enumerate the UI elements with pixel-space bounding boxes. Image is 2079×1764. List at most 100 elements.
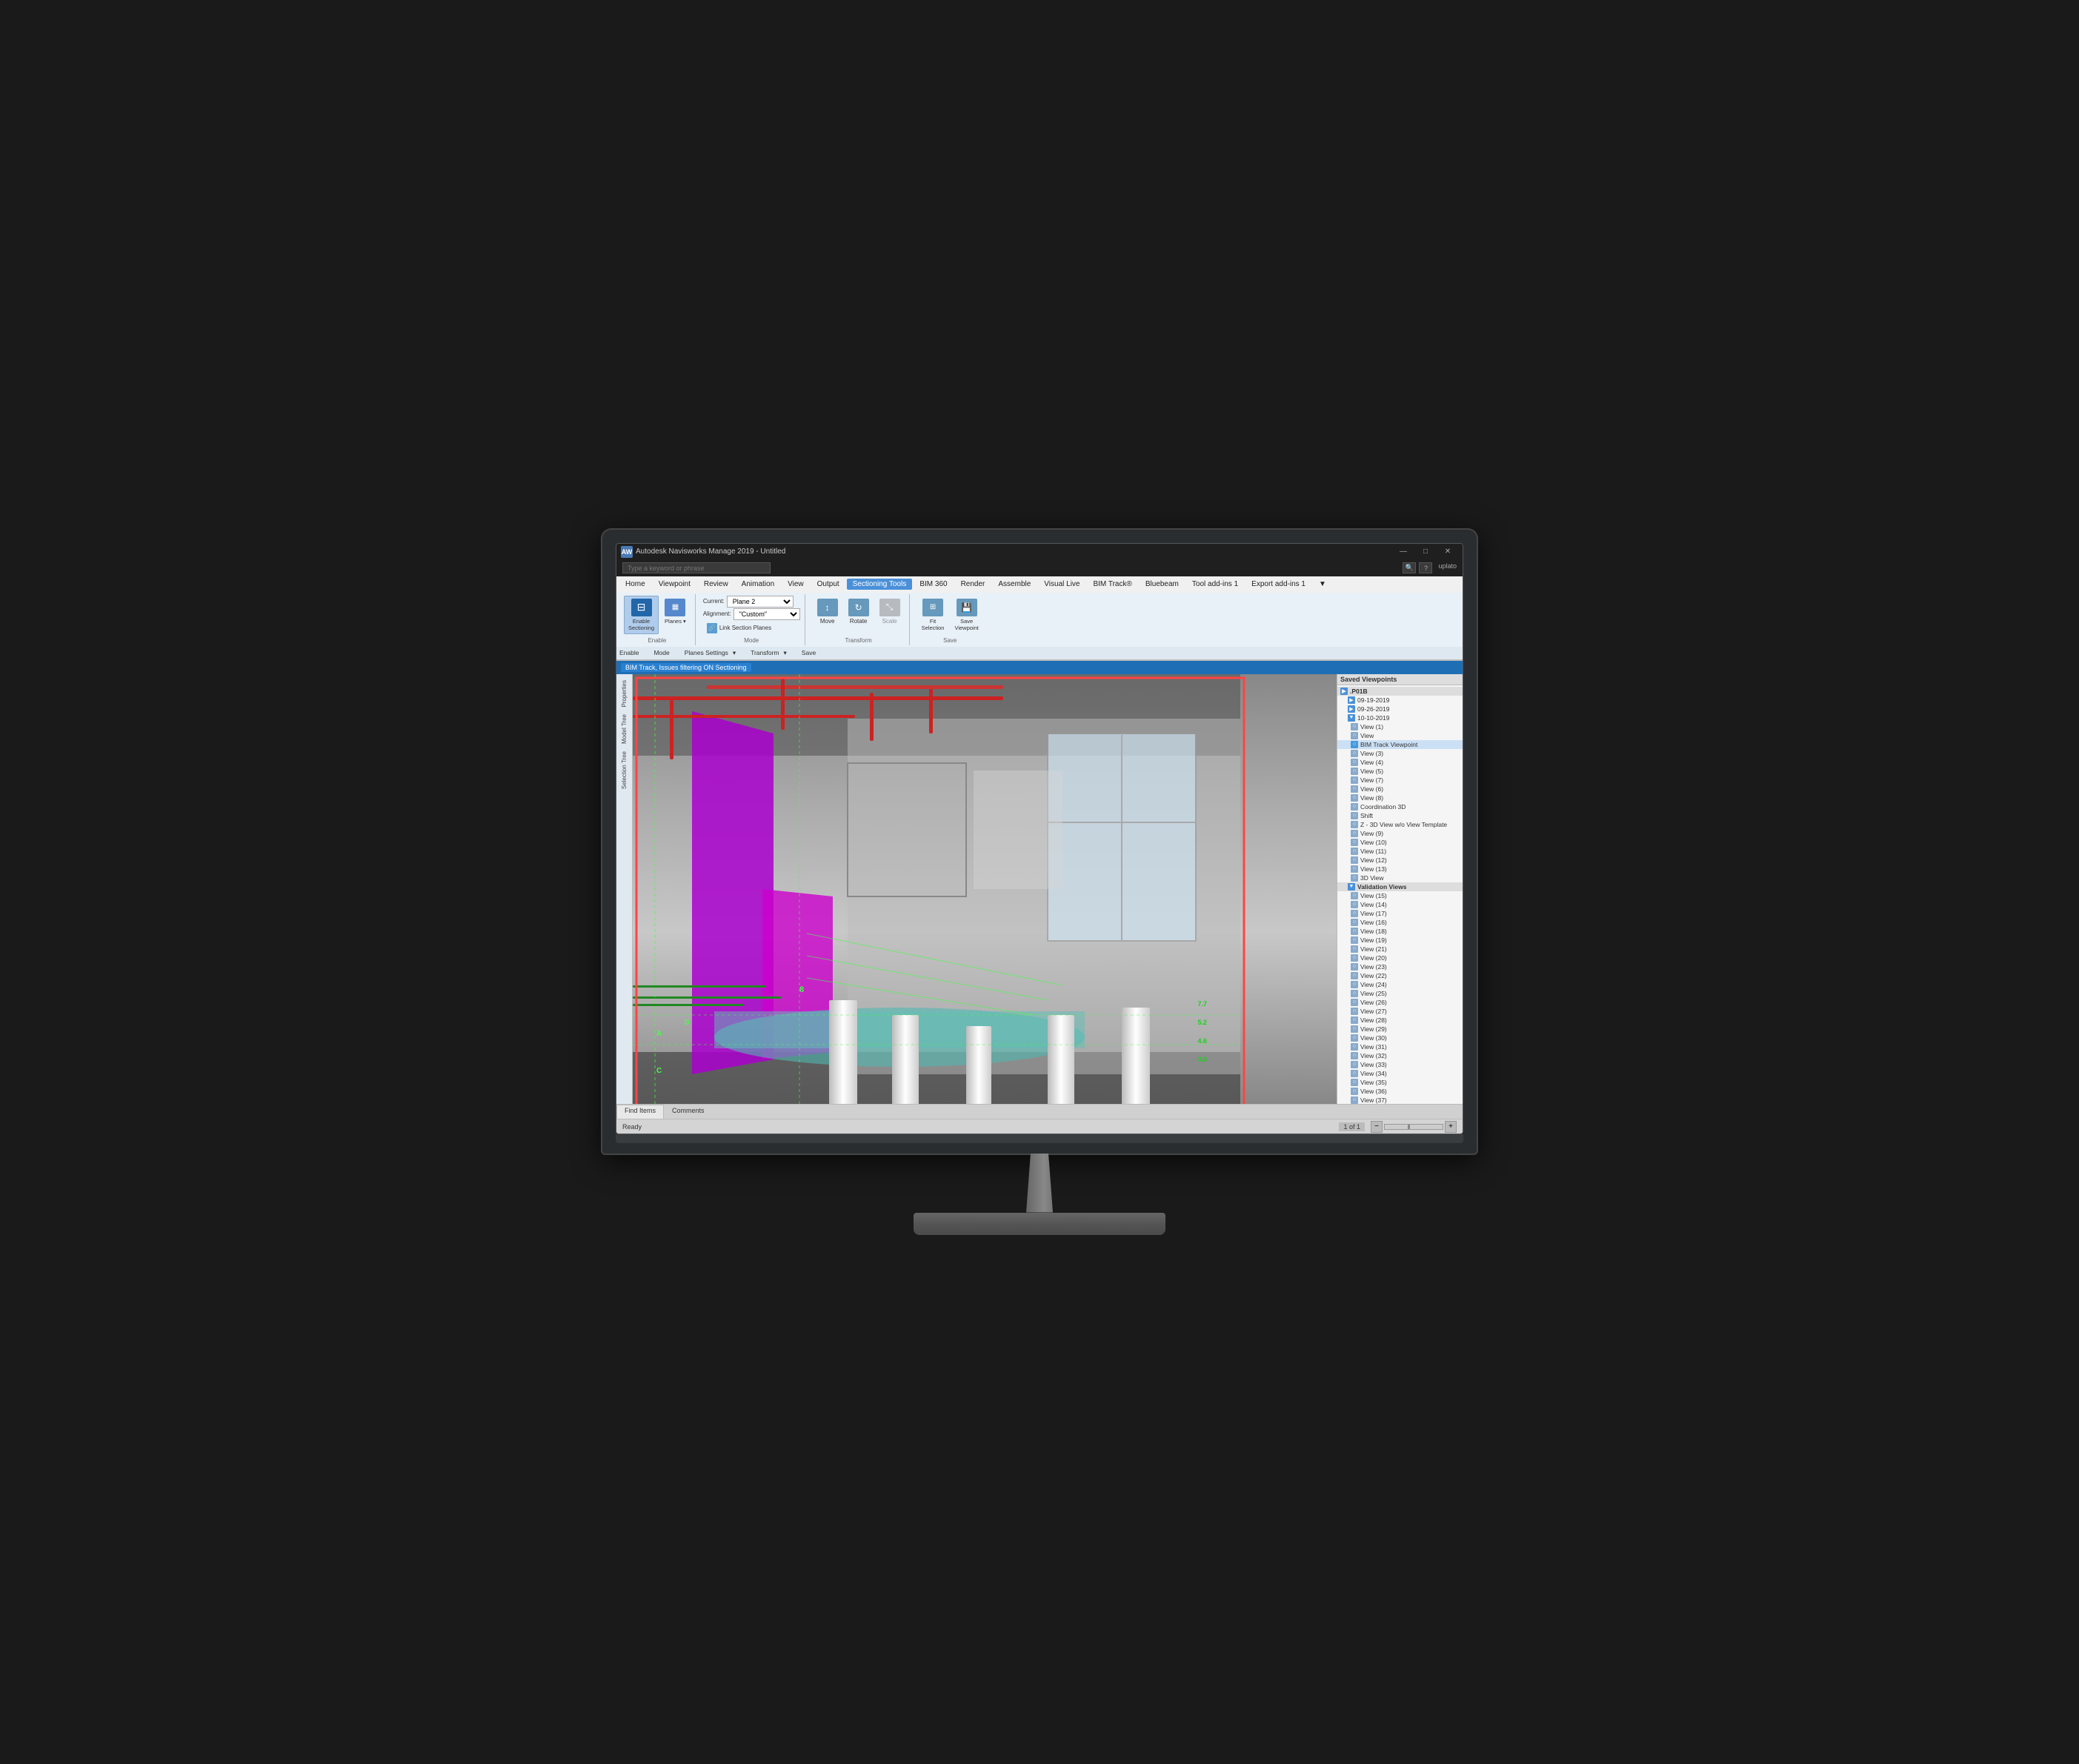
menu-sectioning-tools[interactable]: Sectioning Tools xyxy=(847,579,913,590)
vp-p01b[interactable]: ▶ .P01B xyxy=(1337,687,1463,696)
fit-selection-button[interactable]: ⊞ FitSelection xyxy=(917,596,949,634)
vp-view3[interactable]: ○ View (3) xyxy=(1337,749,1463,758)
vp-view13[interactable]: ○ View (13) xyxy=(1337,865,1463,873)
vp-view35[interactable]: ○ View (35) xyxy=(1337,1078,1463,1087)
vp-view4[interactable]: ○ View (4) xyxy=(1337,758,1463,767)
vp-view24-icon: ○ xyxy=(1351,981,1358,988)
enable-sectioning-button[interactable]: ⊟ EnableSectioning xyxy=(624,596,659,634)
planes-button[interactable]: ▦ Planes ▾ xyxy=(660,596,691,628)
vp-view9-icon: ○ xyxy=(1351,830,1358,837)
vp-shift-label: Shift xyxy=(1360,812,1373,819)
vp-09-19[interactable]: ▶ 09-19-2019 xyxy=(1337,696,1463,705)
vp-view9[interactable]: ○ View (9) xyxy=(1337,829,1463,838)
current-plane-dropdown[interactable]: Plane 2 Plane 1 Plane 3 xyxy=(727,596,794,608)
maximize-button[interactable]: □ xyxy=(1415,546,1436,558)
title-bar-left: AW Autodesk Navisworks Manage 2019 - Unt… xyxy=(621,546,785,558)
vp-view17[interactable]: ○ View (17) xyxy=(1337,909,1463,918)
menu-visual-live[interactable]: Visual Live xyxy=(1038,579,1085,590)
selection-tree-tab[interactable]: Selection Tree xyxy=(619,748,629,792)
vp-view5[interactable]: ○ View (5) xyxy=(1337,767,1463,776)
menu-bim360[interactable]: BIM 360 xyxy=(914,579,953,590)
viewport[interactable]: A C D 8 E F 7.7 5.2 4.6 3.0 xyxy=(633,674,1337,1104)
vp-view22[interactable]: ○ View (22) xyxy=(1337,971,1463,980)
search-button[interactable]: 🔍 xyxy=(1403,562,1416,573)
menu-view[interactable]: View xyxy=(782,579,810,590)
menu-review[interactable]: Review xyxy=(698,579,734,590)
number-8: 8 xyxy=(799,985,804,994)
properties-tab[interactable]: Properties xyxy=(619,677,629,710)
vp-view29[interactable]: ○ View (29) xyxy=(1337,1025,1463,1034)
vp-view25[interactable]: ○ View (25) xyxy=(1337,989,1463,998)
vp-09-26[interactable]: ▶ 09-26-2019 xyxy=(1337,705,1463,713)
search-input[interactable] xyxy=(622,562,771,573)
vp-view16[interactable]: ○ View (16) xyxy=(1337,918,1463,927)
close-button[interactable]: ✕ xyxy=(1437,546,1458,558)
vp-coord3d[interactable]: ○ Coordination 3D xyxy=(1337,802,1463,811)
vp-view20[interactable]: ○ View (20) xyxy=(1337,953,1463,962)
vp-view34-label: View (34) xyxy=(1360,1070,1387,1077)
vp-view36[interactable]: ○ View (36) xyxy=(1337,1087,1463,1096)
vp-bim-track[interactable]: ○ BIM Track Viewpoint xyxy=(1337,740,1463,749)
menu-home[interactable]: Home xyxy=(619,579,651,590)
zoom-minus-button[interactable]: − xyxy=(1371,1121,1383,1133)
vp-view10[interactable]: ○ View (10) xyxy=(1337,838,1463,847)
menu-animation[interactable]: Animation xyxy=(736,579,780,590)
vp-3dview[interactable]: ○ 3D View xyxy=(1337,873,1463,882)
vp-view31[interactable]: ○ View (31) xyxy=(1337,1042,1463,1051)
menu-extra[interactable]: ▼ xyxy=(1313,579,1332,590)
menu-assemble[interactable]: Assemble xyxy=(992,579,1037,590)
vp-view32[interactable]: ○ View (32) xyxy=(1337,1051,1463,1060)
vp-view24[interactable]: ○ View (24) xyxy=(1337,980,1463,989)
menu-render[interactable]: Render xyxy=(955,579,991,590)
vp-view12[interactable]: ○ View (12) xyxy=(1337,856,1463,865)
vp-shift[interactable]: ○ Shift xyxy=(1337,811,1463,820)
vp-view26[interactable]: ○ View (26) xyxy=(1337,998,1463,1007)
vp-coord3d-icon: ○ xyxy=(1351,803,1358,811)
find-items-tab[interactable]: Find Items xyxy=(616,1105,664,1119)
vp-bim-track-label: BIM Track Viewpoint xyxy=(1360,741,1417,748)
menu-bim-track[interactable]: BIM Track® xyxy=(1087,579,1137,590)
vp-validation[interactable]: ▼ Validation Views xyxy=(1337,882,1463,891)
vp-view11-label: View (11) xyxy=(1360,848,1386,855)
comments-tab[interactable]: Comments xyxy=(664,1105,713,1119)
vp-view[interactable]: ○ View xyxy=(1337,731,1463,740)
vp-z3d[interactable]: ○ Z - 3D View w/o View Template xyxy=(1337,820,1463,829)
menu-export-addins[interactable]: Export add-ins 1 xyxy=(1245,579,1311,590)
vp-view19[interactable]: ○ View (19) xyxy=(1337,936,1463,945)
menu-output[interactable]: Output xyxy=(811,579,845,590)
save-viewpoint-button[interactable]: 💾 SaveViewpoint xyxy=(950,596,982,634)
vp-view34[interactable]: ○ View (34) xyxy=(1337,1069,1463,1078)
menu-viewpoint[interactable]: Viewpoint xyxy=(653,579,696,590)
vp-view14[interactable]: ○ View (14) xyxy=(1337,900,1463,909)
vp-view37[interactable]: ○ View (37) xyxy=(1337,1096,1463,1104)
vp-10-10[interactable]: ▼ 10-10-2019 xyxy=(1337,713,1463,722)
alignment-dropdown[interactable]: "Custom" X Y Z xyxy=(734,608,800,620)
zoom-plus-button[interactable]: + xyxy=(1445,1121,1457,1133)
rotate-button[interactable]: ↻ Rotate xyxy=(844,596,874,628)
vp-view33[interactable]: ○ View (33) xyxy=(1337,1060,1463,1069)
scale-button[interactable]: ⤡ Scale xyxy=(875,596,905,628)
vp-view27[interactable]: ○ View (27) xyxy=(1337,1007,1463,1016)
vp-view8[interactable]: ○ View (8) xyxy=(1337,793,1463,802)
minimize-button[interactable]: — xyxy=(1393,546,1414,558)
help-button[interactable]: ? xyxy=(1419,562,1432,573)
menu-bar: Home Viewpoint Review Animation View Out… xyxy=(616,576,1463,593)
vp-view27-label: View (27) xyxy=(1360,1008,1387,1015)
vp-view7[interactable]: ○ View (7) xyxy=(1337,776,1463,785)
plane-settings-sub: Current: Plane 2 Plane 1 Plane 3 Alignme… xyxy=(703,596,800,636)
menu-bluebeam[interactable]: Bluebeam xyxy=(1140,579,1185,590)
vp-view28[interactable]: ○ View (28) xyxy=(1337,1016,1463,1025)
sub-toolbar: Enable Mode Planes Settings ▾ Transform … xyxy=(616,647,1463,660)
menu-tool-addins[interactable]: Tool add-ins 1 xyxy=(1186,579,1244,590)
link-section-planes-button[interactable]: 🔗 Link Section Planes xyxy=(703,621,800,636)
vp-view15[interactable]: ○ View (15) xyxy=(1337,891,1463,900)
vp-view21[interactable]: ○ View (21) xyxy=(1337,945,1463,953)
vp-view30[interactable]: ○ View (30) xyxy=(1337,1034,1463,1042)
model-tree-tab[interactable]: Model Tree xyxy=(619,711,629,747)
vp-view18[interactable]: ○ View (18) xyxy=(1337,927,1463,936)
move-button[interactable]: ↕ Move xyxy=(813,596,842,628)
vp-view11[interactable]: ○ View (11) xyxy=(1337,847,1463,856)
vp-view6[interactable]: ○ View (6) xyxy=(1337,785,1463,793)
vp-view23[interactable]: ○ View (23) xyxy=(1337,962,1463,971)
vp-view1[interactable]: ○ View (1) xyxy=(1337,722,1463,731)
